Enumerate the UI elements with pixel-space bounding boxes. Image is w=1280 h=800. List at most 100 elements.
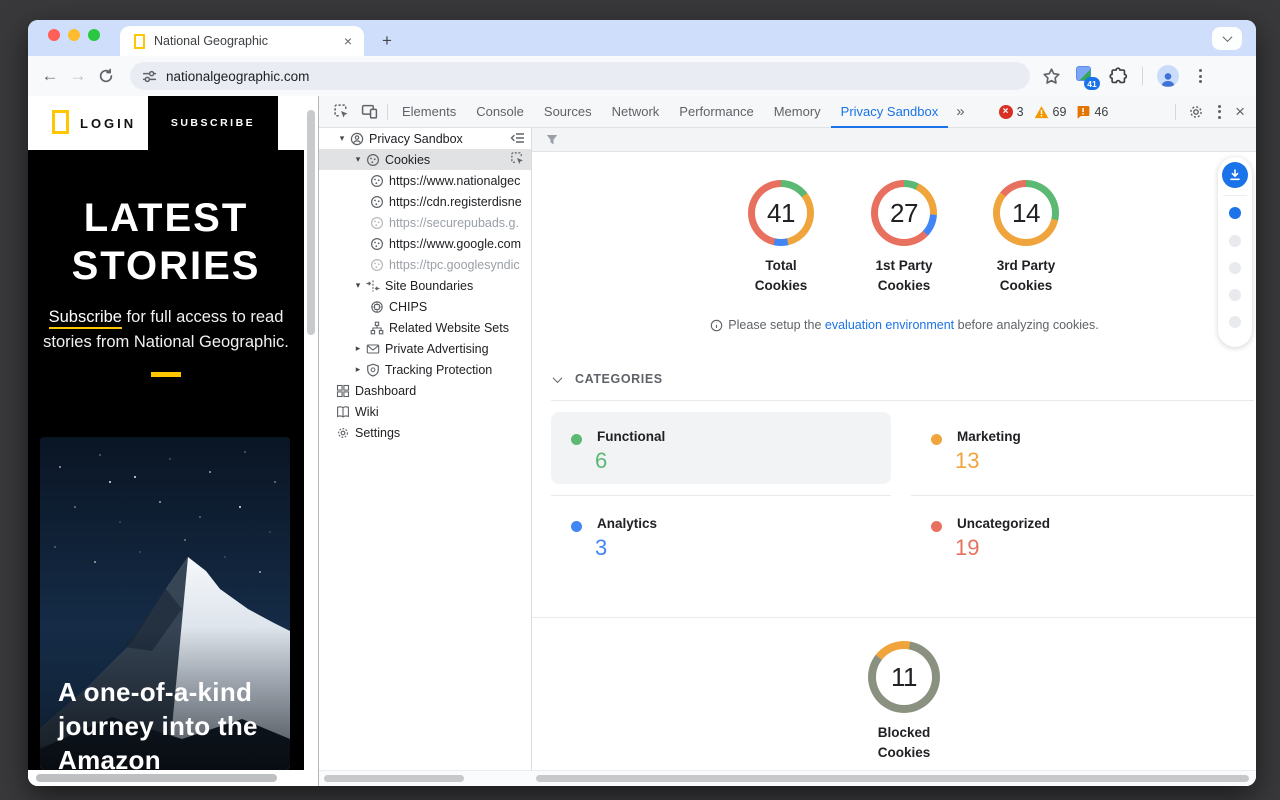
yellow-divider: [151, 372, 181, 377]
tab-sources[interactable]: Sources: [534, 96, 602, 128]
tree-item-privacy-sandbox[interactable]: ▾ Privacy Sandbox: [319, 128, 531, 149]
tree-item-site-boundaries[interactable]: ▾ Site Boundaries: [319, 275, 531, 296]
setup-info-note: Please setup the evaluation environment …: [532, 318, 1256, 332]
site-settings-icon[interactable]: [142, 69, 157, 84]
info-icon: [710, 319, 723, 332]
error-icon: ×: [999, 105, 1013, 119]
scrollbar-thumb[interactable]: [307, 110, 315, 335]
donut-value: 14: [1012, 198, 1040, 229]
reload-button[interactable]: [92, 63, 120, 89]
tab-network[interactable]: Network: [602, 96, 670, 128]
tree-item-url[interactable]: https://tpc.googlesyndic: [319, 254, 531, 275]
category-functional[interactable]: Functional 6: [551, 412, 891, 484]
evaluation-environment-link[interactable]: evaluation environment: [825, 318, 954, 332]
org-chart-icon: [369, 320, 385, 336]
inspect-element-icon[interactable]: [327, 99, 355, 125]
filter-icon[interactable]: [545, 133, 559, 147]
inspect-icon[interactable]: [510, 151, 525, 166]
tab-title: National Geographic: [154, 34, 342, 48]
donut-label: Total Cookies: [731, 256, 831, 296]
devtools-menu-kebab-icon[interactable]: [1212, 105, 1227, 119]
tab-elements[interactable]: Elements: [392, 96, 466, 128]
tree-item-cookies[interactable]: ▾ Cookies: [319, 149, 531, 170]
devtools-settings-gear-icon[interactable]: [1182, 99, 1210, 125]
natgeo-logo[interactable]: [52, 110, 69, 134]
chevron-expanded-icon[interactable]: ▾: [351, 154, 365, 165]
tree-item-chips[interactable]: CHIPS: [319, 296, 531, 317]
privacy-sandbox-extension-icon[interactable]: 41: [1075, 66, 1095, 86]
tree-item-wiki[interactable]: Wiki: [319, 401, 531, 422]
chevron-collapsed-icon[interactable]: ▸: [351, 364, 365, 375]
cookie-icon: [369, 215, 385, 231]
section-dot[interactable]: [1229, 262, 1241, 274]
tree-item-url[interactable]: https://cdn.registerdisne: [319, 191, 531, 212]
forward-button[interactable]: →: [64, 66, 92, 86]
warning-icon: [1034, 105, 1049, 119]
tree-item-private-advertising[interactable]: ▸ Private Advertising: [319, 338, 531, 359]
chevron-collapsed-icon[interactable]: ▸: [351, 343, 365, 354]
minimize-window-button[interactable]: [68, 29, 80, 41]
tab-privacy-sandbox[interactable]: Privacy Sandbox: [831, 96, 949, 128]
section-dot[interactable]: [1229, 235, 1241, 247]
chevron-expanded-icon[interactable]: ▾: [335, 133, 349, 144]
tree-item-url[interactable]: https://securepubads.g.: [319, 212, 531, 233]
category-uncategorized[interactable]: Uncategorized 19: [911, 499, 1254, 571]
first-party-cookies-chart: 27 1st Party Cookies: [854, 180, 954, 296]
tree-item-tracking-protection[interactable]: ▸ Tracking Protection: [319, 359, 531, 380]
collapse-sidebar-icon[interactable]: [509, 130, 525, 146]
tree-item-url[interactable]: https://www.nationalgec: [319, 170, 531, 191]
tab-memory[interactable]: Memory: [764, 96, 831, 128]
hero-subtitle-line1: Subscribe for full access to read: [28, 308, 304, 327]
section-dot-active[interactable]: [1229, 207, 1241, 219]
warnings-badge[interactable]: 69: [1034, 105, 1067, 119]
story-card[interactable]: A one-of-a-kind journey into the Amazon: [40, 437, 290, 770]
tree-item-url[interactable]: https://www.google.com: [319, 233, 531, 254]
back-button[interactable]: ←: [36, 66, 64, 86]
scrollbar-thumb[interactable]: [536, 775, 1249, 782]
tree-item-settings[interactable]: Settings: [319, 422, 531, 443]
donut-ring: 11: [868, 641, 940, 713]
tree-item-dashboard[interactable]: Dashboard: [319, 380, 531, 401]
more-tabs-icon[interactable]: »: [948, 103, 972, 120]
category-marketing[interactable]: Marketing 13: [911, 412, 1254, 484]
browser-tab[interactable]: National Geographic ×: [120, 26, 364, 56]
category-analytics[interactable]: Analytics 3: [551, 499, 891, 571]
tab-strip: National Geographic × +: [28, 20, 1256, 56]
cookie-icon: [365, 152, 381, 168]
categories-header[interactable]: CATEGORIES: [554, 372, 663, 386]
tab-close-icon[interactable]: ×: [342, 33, 354, 49]
section-dot[interactable]: [1229, 289, 1241, 301]
page-vertical-scrollbar[interactable]: [304, 96, 318, 770]
scrollbar-thumb[interactable]: [324, 775, 464, 782]
tab-performance[interactable]: Performance: [669, 96, 763, 128]
tree-item-related-website-sets[interactable]: Related Website Sets: [319, 317, 531, 338]
browser-menu-kebab-icon[interactable]: [1193, 69, 1208, 83]
hero-section: LATEST STORIES Subscribe for full access…: [28, 150, 304, 770]
download-report-button[interactable]: [1222, 162, 1248, 188]
tab-console[interactable]: Console: [466, 96, 534, 128]
errors-badge[interactable]: × 3: [999, 105, 1024, 119]
gear-icon: [335, 425, 351, 441]
issues-badge[interactable]: 46: [1076, 105, 1108, 119]
section-dot[interactable]: [1229, 316, 1241, 328]
login-link[interactable]: LOGIN: [80, 116, 136, 131]
devtools-horizontal-scrollbar[interactable]: [319, 770, 1256, 786]
tab-search-button[interactable]: [1212, 27, 1242, 50]
subscribe-text-link[interactable]: Subscribe: [49, 308, 122, 329]
close-window-button[interactable]: [48, 29, 60, 41]
new-tab-button[interactable]: +: [374, 28, 400, 54]
zoom-window-button[interactable]: [88, 29, 100, 41]
scrollbar-thumb[interactable]: [36, 774, 277, 782]
extensions-puzzle-icon[interactable]: [1109, 67, 1128, 86]
panel-toolbar: [532, 128, 1256, 152]
bookmark-star-icon[interactable]: [1042, 67, 1061, 86]
donut-ring: 14: [993, 180, 1059, 246]
subscribe-button[interactable]: SUBSCRIBE: [148, 96, 278, 150]
close-devtools-icon[interactable]: ×: [1229, 102, 1251, 122]
chevron-expanded-icon[interactable]: ▾: [351, 280, 365, 291]
page-horizontal-scrollbar[interactable]: [28, 770, 318, 786]
url-text[interactable]: nationalgeographic.com: [166, 69, 309, 84]
profile-avatar[interactable]: [1157, 65, 1179, 87]
device-toolbar-icon[interactable]: [355, 99, 383, 125]
address-bar[interactable]: nationalgeographic.com: [130, 62, 1030, 90]
